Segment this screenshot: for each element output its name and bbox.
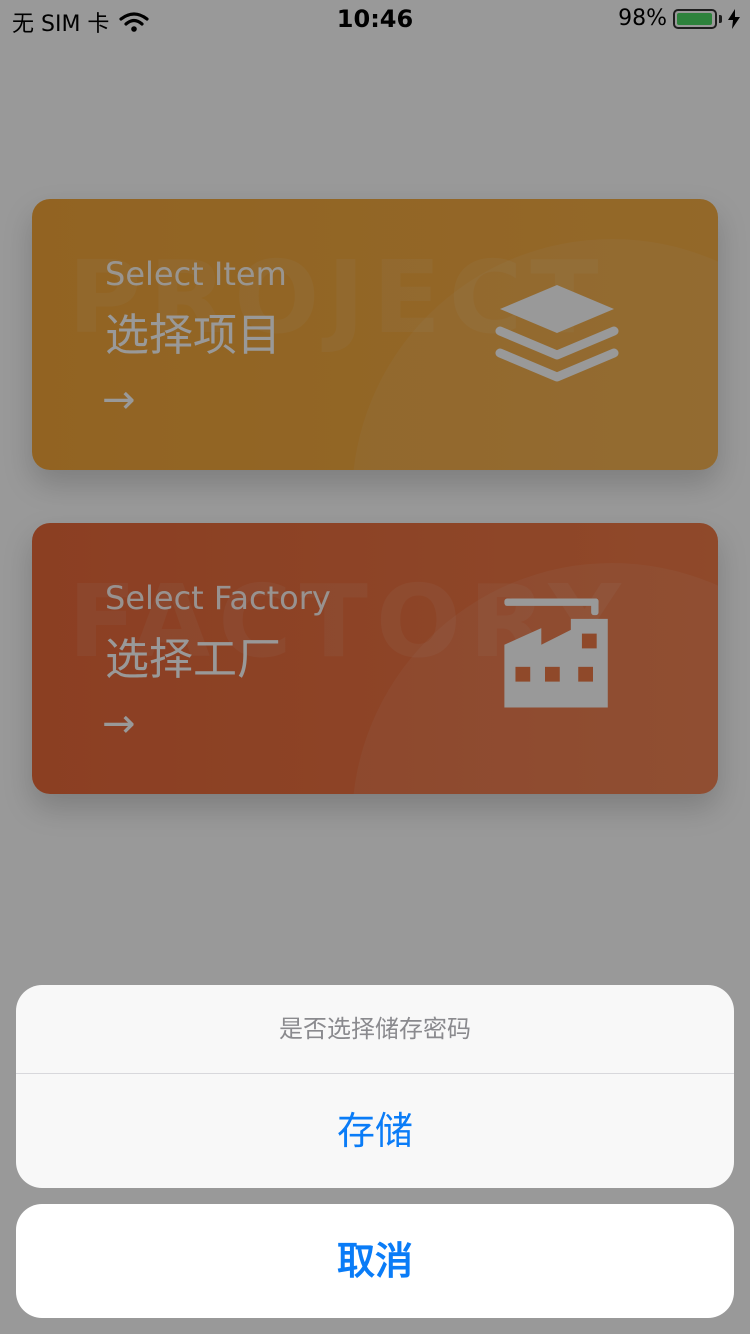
action-sheet-title: 是否选择储存密码 (16, 985, 734, 1074)
cancel-button[interactable]: 取消 (16, 1204, 734, 1318)
action-sheet: 是否选择储存密码 存储 (16, 985, 734, 1188)
screen: 无 SIM 卡 10:46 98% PROJECT Select Item 选择… (0, 0, 750, 1334)
save-button[interactable]: 存储 (16, 1074, 734, 1188)
